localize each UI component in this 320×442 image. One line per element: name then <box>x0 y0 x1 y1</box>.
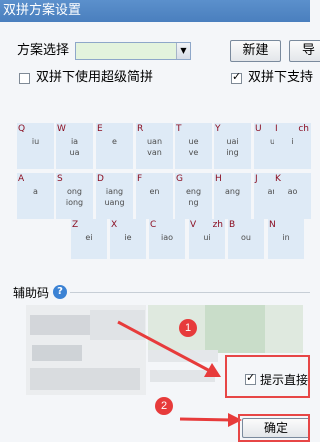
key-letter: Z <box>72 220 79 230</box>
aux-code-label: 辅助码 <box>13 286 50 300</box>
blurred-region <box>148 350 218 362</box>
key-g[interactable]: Geng ng <box>175 173 212 219</box>
key-letter: Q <box>18 124 26 134</box>
key-final: iu <box>31 137 40 146</box>
key-initial: ch <box>298 124 309 134</box>
key-r[interactable]: Ruan van <box>136 123 173 169</box>
key-letter: N <box>269 220 276 230</box>
blurred-region <box>90 310 145 340</box>
help-icon[interactable]: ? <box>53 285 67 299</box>
window-title: 双拼方案设置 <box>3 3 82 18</box>
highlight-box-ok <box>238 414 310 442</box>
key-final: ve <box>188 148 199 157</box>
key-q[interactable]: Qiu <box>17 123 54 169</box>
key-final: eng <box>185 187 202 196</box>
import-button[interactable]: 导 <box>289 40 320 62</box>
key-letter: F <box>137 174 143 184</box>
key-final: uang <box>104 198 125 207</box>
chevron-down-icon[interactable]: ▼ <box>176 43 190 59</box>
key-final: ou <box>241 233 251 242</box>
scheme-select[interactable]: ▼ <box>75 42 191 60</box>
key-v[interactable]: Vzh ui <box>189 219 225 259</box>
key-final: a <box>33 187 38 196</box>
key-final: ui <box>203 233 211 242</box>
key-final: in <box>282 233 290 242</box>
key-letter: C <box>150 220 157 230</box>
key-final: ong <box>66 187 83 196</box>
key-final: ng <box>188 198 199 207</box>
title-bar: 双拼方案设置 <box>0 0 310 22</box>
blurred-region <box>205 305 265 353</box>
key-letter: B <box>229 220 236 230</box>
key-letter: T <box>176 124 182 134</box>
key-letter: R <box>137 124 144 134</box>
key-t[interactable]: Tue ve <box>175 123 212 169</box>
key-final: uan <box>146 137 163 146</box>
key-letter: A <box>18 174 25 184</box>
blurred-region <box>30 315 90 335</box>
key-b[interactable]: Bou <box>228 219 264 259</box>
super-abbrev-label: 双拼下使用超级简拼 <box>36 70 154 85</box>
scheme-label: 方案选择 <box>17 43 70 58</box>
key-letter: E <box>97 124 103 134</box>
key-final: ue <box>188 137 199 146</box>
key-letter: H <box>215 174 222 184</box>
key-letter: K <box>275 174 281 184</box>
step-1-badge: 1 <box>179 319 197 337</box>
key-final: ie <box>124 233 132 242</box>
key-letter: S <box>57 174 63 184</box>
key-letter: D <box>97 174 104 184</box>
divider <box>70 292 310 293</box>
super-abbrev-checkbox[interactable] <box>19 73 30 84</box>
blurred-region <box>30 368 140 390</box>
key-z[interactable]: Zei <box>71 219 107 259</box>
key-y[interactable]: Yuai ing <box>214 123 251 169</box>
step-2-badge: 2 <box>155 397 173 415</box>
key-i[interactable]: Ich i <box>274 123 311 169</box>
key-f[interactable]: Fen <box>136 173 173 219</box>
key-letter: W <box>57 124 66 134</box>
support-partial-label: 双拼下支持 <box>248 70 314 85</box>
support-partial-checkbox[interactable] <box>231 70 242 84</box>
key-letter: J <box>255 174 258 184</box>
key-s[interactable]: Song iong <box>56 173 93 219</box>
key-final: ao <box>287 187 298 196</box>
key-final: iao <box>160 233 174 242</box>
key-final: ing <box>226 148 239 157</box>
key-final: e <box>112 137 117 146</box>
key-x[interactable]: Xie <box>110 219 146 259</box>
key-final: ia <box>70 137 79 146</box>
key-final: ang <box>224 187 241 196</box>
key-d[interactable]: Diang uang <box>96 173 133 219</box>
key-letter: G <box>176 174 183 184</box>
key-h[interactable]: Hang <box>214 173 251 219</box>
key-final: iong <box>65 198 84 207</box>
key-final: van <box>147 148 162 157</box>
key-n[interactable]: Nin <box>268 219 304 259</box>
key-c[interactable]: Ciao <box>149 219 185 259</box>
key-letter: V <box>190 220 197 230</box>
key-final: uai <box>226 137 239 146</box>
key-e[interactable]: Ee <box>96 123 133 169</box>
key-letter: Y <box>215 124 221 134</box>
blurred-region <box>32 345 82 361</box>
hint-direct-checkbox[interactable] <box>245 371 256 385</box>
key-a[interactable]: Aa <box>17 173 54 219</box>
key-k[interactable]: Kao <box>274 173 311 219</box>
key-final: i <box>291 137 294 146</box>
key-initial: zh <box>212 220 223 230</box>
key-final: en <box>149 187 160 196</box>
key-letter: U <box>255 124 262 134</box>
key-final: ei <box>85 233 93 242</box>
key-final: ua <box>69 148 80 157</box>
key-w[interactable]: Wia ua <box>56 123 93 169</box>
hint-direct-label: 提示直接 <box>260 373 309 387</box>
new-scheme-button[interactable]: 新建 <box>230 40 281 62</box>
key-letter: I <box>275 124 278 134</box>
blurred-region <box>150 370 215 382</box>
key-final: iang <box>105 187 124 196</box>
key-letter: X <box>111 220 118 230</box>
